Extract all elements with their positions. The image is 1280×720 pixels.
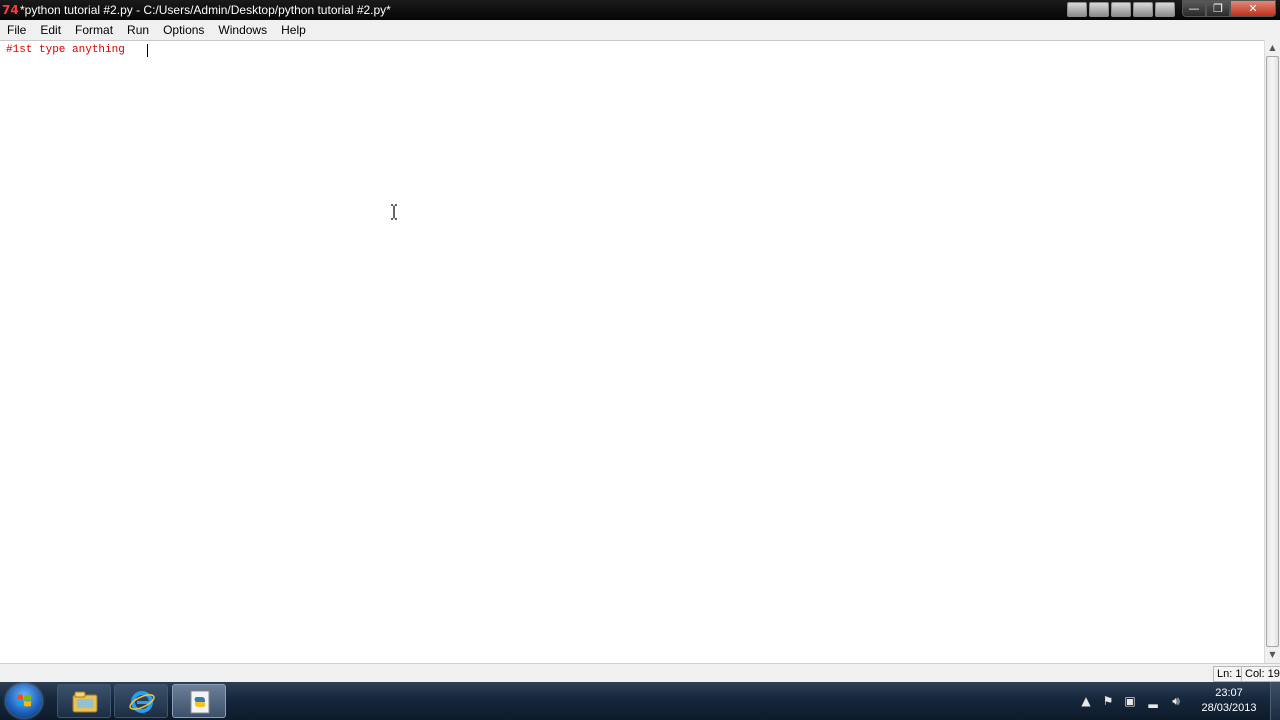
code-line: #1st type anything — [6, 44, 132, 56]
recorder-button-icon[interactable] — [1067, 2, 1087, 17]
ibeam-cursor-icon — [391, 204, 397, 220]
close-button[interactable]: ✕ — [1230, 0, 1276, 17]
recorder-button-icon[interactable] — [1133, 2, 1153, 17]
window-controls: — ❐ ✕ — [1182, 0, 1276, 18]
chevron-up-icon[interactable]: ▲ — [1078, 693, 1094, 709]
windows-logo-icon — [17, 694, 31, 707]
menu-windows[interactable]: Windows — [211, 20, 274, 40]
taskbar-ie-button[interactable] — [114, 684, 168, 718]
maximize-button[interactable]: ❐ — [1206, 0, 1230, 17]
menu-edit[interactable]: Edit — [33, 20, 68, 40]
window-title: *python tutorial #2.py - C:/Users/Admin/… — [20, 3, 391, 17]
recorder-button-icon[interactable] — [1155, 2, 1175, 17]
folder-icon — [72, 691, 98, 713]
action-center-flag-icon[interactable]: ⚑ — [1100, 693, 1116, 709]
scrollbar-thumb[interactable] — [1266, 56, 1279, 647]
taskbar: ▲ ⚑ ▣ ▂ 🔊︎ 23:07 28/03/2013 — [0, 682, 1280, 720]
menu-file[interactable]: File — [0, 20, 33, 40]
vertical-scrollbar[interactable]: ▲ ▼ — [1264, 40, 1280, 663]
menu-format[interactable]: Format — [68, 20, 120, 40]
menu-run[interactable]: Run — [120, 20, 156, 40]
usb-device-icon[interactable]: ▣ — [1122, 693, 1138, 709]
minimize-button[interactable]: — — [1182, 0, 1206, 17]
taskbar-python-idle-button[interactable] — [172, 684, 226, 718]
column-number-indicator: Col: 19 — [1241, 666, 1280, 682]
recorder-button-icon[interactable] — [1089, 2, 1109, 17]
status-bar: Ln: 1 Col: 19 — [0, 663, 1280, 682]
idle-logo-icon: 74 — [2, 3, 19, 17]
menu-bar: File Edit Format Run Options Windows Hel… — [0, 20, 1280, 40]
recorder-toolbar — [1067, 2, 1177, 17]
internet-explorer-icon — [129, 691, 155, 713]
recorder-button-icon[interactable] — [1111, 2, 1131, 17]
volume-icon[interactable]: 🔊︎ — [1168, 693, 1184, 709]
system-tray: ▲ ⚑ ▣ ▂ 🔊︎ — [1078, 682, 1188, 720]
text-caret — [147, 44, 148, 57]
start-button[interactable] — [6, 684, 42, 718]
show-desktop-button[interactable] — [1270, 682, 1280, 720]
window-title-bar[interactable]: 74 *python tutorial #2.py - C:/Users/Adm… — [0, 0, 1280, 20]
clock-time: 23:07 — [1215, 687, 1243, 699]
scroll-down-arrow-icon[interactable]: ▼ — [1265, 647, 1280, 663]
menu-help[interactable]: Help — [274, 20, 313, 40]
taskbar-clock[interactable]: 23:07 28/03/2013 — [1192, 686, 1266, 716]
python-idle-icon — [190, 690, 210, 714]
network-signal-icon[interactable]: ▂ — [1145, 693, 1161, 709]
scroll-up-arrow-icon[interactable]: ▲ — [1265, 40, 1280, 56]
code-editor[interactable]: #1st type anything — [0, 40, 1264, 663]
taskbar-explorer-button[interactable] — [57, 684, 111, 718]
menu-options[interactable]: Options — [156, 20, 211, 40]
clock-date: 28/03/2013 — [1201, 702, 1257, 714]
